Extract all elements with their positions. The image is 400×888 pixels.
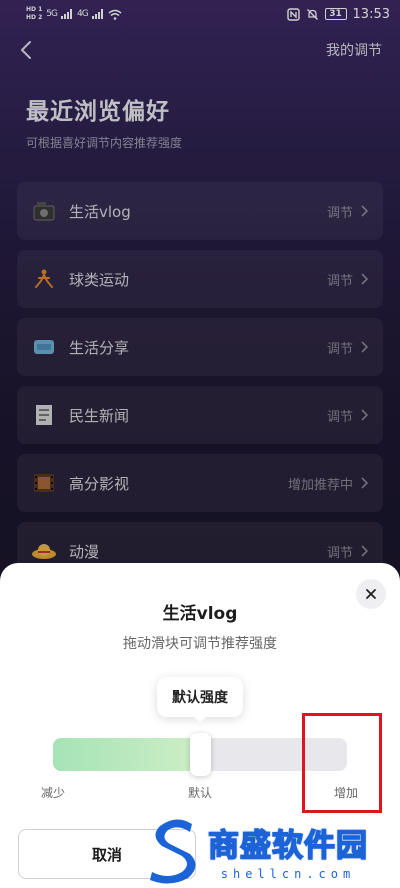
chevron-right-icon (361, 341, 369, 353)
hd-indicators: HD 1 HD 2 (26, 6, 42, 22)
highlight-box (302, 713, 382, 813)
preference-action: 增加推荐中 (287, 477, 353, 493)
film-icon (31, 470, 57, 496)
page-subtitle: 可根据喜好调节内容推荐强度 (26, 136, 183, 150)
slider-tooltip: 默认强度 (157, 677, 243, 723)
clock-time: 13:53 (352, 6, 390, 22)
chevron-right-icon (361, 477, 369, 489)
strength-slider-fill (53, 738, 200, 771)
watermark-english: shellcn.com (220, 866, 356, 881)
my-adjustments-link[interactable]: 我的调节 (326, 40, 382, 60)
battery-icon: 31 (324, 8, 347, 20)
status-bar: HD 1 HD 2 5G 4G 31 13:53 (0, 0, 400, 28)
hat-icon (31, 538, 57, 564)
watermark-logo-icon (150, 819, 196, 884)
chevron-right-icon (361, 205, 369, 217)
watermark: 商盛软件园 shellcn.com (146, 812, 400, 888)
signal1-label: 5G (46, 9, 58, 19)
news-icon (31, 402, 57, 428)
mute-bell-icon (306, 8, 318, 20)
preference-item-life-sharing[interactable]: 生活分享 调节 (17, 318, 383, 376)
camera-icon (31, 198, 57, 224)
watermark-text: 商盛软件园 shellcn.com (207, 820, 368, 881)
preference-label: 动漫 (69, 542, 100, 561)
preference-action: 调节 (326, 409, 353, 425)
screen: HD 1 HD 2 5G 4G 31 13:53 我的调节 最近浏览偏好 可根据… (0, 0, 400, 888)
chevron-right-icon (361, 409, 369, 421)
status-right: 31 13:53 (286, 6, 390, 22)
preference-item-life-vlog[interactable]: 生活vlog 调节 (17, 182, 383, 240)
wifi-icon (108, 9, 122, 20)
signal-bars-icon (60, 9, 72, 19)
signal-bars-icon (91, 9, 103, 19)
preference-label: 生活vlog (69, 202, 131, 221)
scale-label-default: 默认 (188, 786, 213, 800)
nfc-icon (286, 7, 300, 21)
preference-action: 调节 (326, 341, 353, 357)
nav-bar: 我的调节 (0, 34, 400, 66)
chevron-right-icon (361, 273, 369, 285)
sofa-icon (31, 334, 57, 360)
preference-item-top-film[interactable]: 高分影视 增加推荐中 (17, 454, 383, 512)
preference-list: 生活vlog 调节 球类运动 调节 生活分享 调节 民生新闻 调节 高分影视 增… (17, 182, 383, 590)
preference-item-livelihood-news[interactable]: 民生新闻 调节 (17, 386, 383, 444)
watermark-chinese: 商盛软件园 (207, 827, 368, 865)
hd1-label: HD 1 (26, 6, 43, 13)
sports-icon (31, 266, 57, 292)
preference-action: 调节 (326, 273, 353, 289)
preference-label: 生活分享 (69, 338, 130, 357)
preference-action: 调节 (326, 205, 353, 221)
preference-label: 高分影视 (69, 474, 130, 493)
sheet-subtitle: 拖动滑块可调节推荐强度 (123, 636, 277, 652)
preference-item-ball-sports[interactable]: 球类运动 调节 (17, 250, 383, 308)
strength-slider-thumb[interactable] (190, 733, 211, 776)
preference-action: 调节 (326, 545, 353, 561)
preference-label: 球类运动 (69, 270, 130, 289)
signal2-label: 4G (76, 9, 89, 19)
scale-label-decrease: 减少 (41, 786, 66, 800)
back-arrow-icon[interactable] (16, 40, 36, 60)
hd2-label: HD 2 (26, 14, 43, 21)
sheet-title: 生活vlog (162, 604, 238, 624)
page-title: 最近浏览偏好 (26, 99, 170, 125)
preference-label: 民生新闻 (69, 406, 130, 425)
chevron-right-icon (361, 545, 369, 557)
status-left: HD 1 HD 2 5G 4G (26, 6, 122, 22)
